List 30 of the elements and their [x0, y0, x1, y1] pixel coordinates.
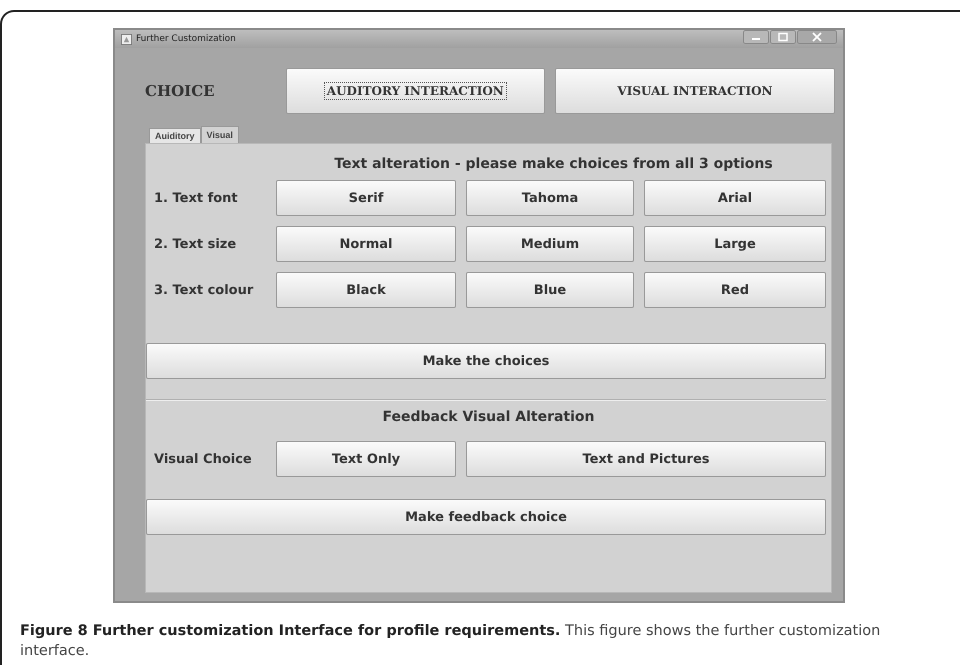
choice-label: CHOICE [145, 82, 216, 100]
interaction-button[interactable]: VISUAL INTERACTION [554, 68, 835, 114]
option-button[interactable]: Normal [276, 226, 456, 262]
option-button[interactable]: Large [644, 226, 826, 262]
maximize-icon[interactable] [770, 30, 796, 44]
make-feedback-button[interactable]: Make feedback choice [146, 499, 826, 535]
interaction-button[interactable]: AUDITORY INTERACTION [286, 68, 545, 114]
option-button[interactable]: Text Only [276, 441, 456, 477]
minimize-icon[interactable] [743, 30, 769, 44]
option-button[interactable]: Text and Pictures [466, 441, 826, 477]
window-title: Further Customization [136, 34, 237, 44]
option-button[interactable]: Blue [466, 272, 634, 308]
option-button[interactable]: Arial [644, 180, 826, 216]
tab[interactable]: Auiditory [149, 128, 200, 143]
option-button[interactable]: Medium [466, 226, 634, 262]
option-label: 1. Text font [153, 190, 239, 206]
section-heading: Text alteration - please make choices from all 3 options [333, 156, 774, 172]
section-heading: Feedback Visual Alteration [381, 409, 596, 425]
make-choices-button[interactable]: Make the choices [146, 343, 826, 379]
option-button[interactable]: Tahoma [466, 180, 634, 216]
app-icon [121, 34, 132, 44]
tab[interactable]: Visual [200, 126, 239, 143]
option-button[interactable]: Serif [276, 180, 456, 216]
option-label: 3. Text colour [153, 282, 254, 298]
option-button[interactable]: Black [276, 272, 456, 308]
close-icon[interactable] [797, 30, 837, 44]
figure-caption: Figure 8 Further customization Interface for profile requirements. This figure shows the further customization interface. [20, 622, 882, 661]
option-label: Visual Choice [153, 452, 253, 466]
option-label: 2. Text size [153, 236, 238, 252]
option-button[interactable]: Red [644, 272, 826, 308]
